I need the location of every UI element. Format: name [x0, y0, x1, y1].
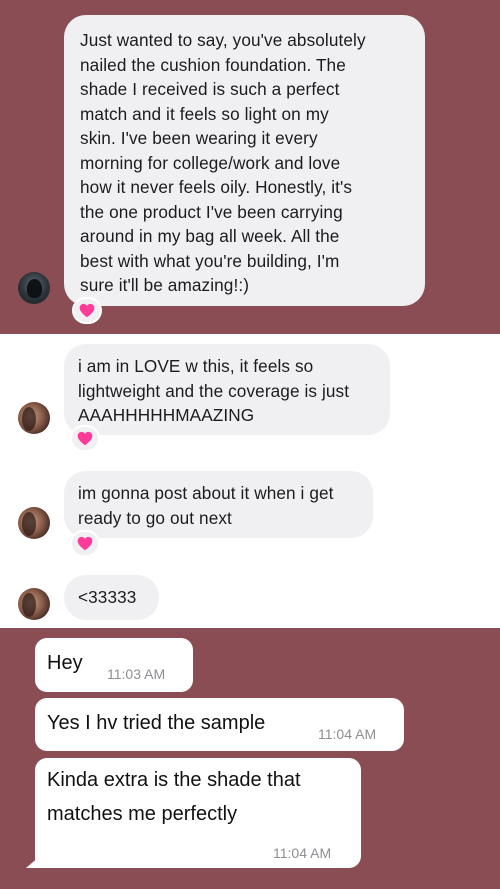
- chat-panel-middle: i am in LOVE w this, it feels so lightwe…: [0, 334, 500, 628]
- chat-panel-top: Just wanted to say, you've absolutely na…: [0, 0, 500, 334]
- message-bubble[interactable]: Just wanted to say, you've absolutely na…: [64, 15, 425, 306]
- message-text: Kinda extra is the shade that matches me…: [47, 769, 301, 825]
- outgoing-message-bubble[interactable]: Hey 11:03 AM: [35, 638, 193, 692]
- heart-icon: [77, 536, 93, 551]
- reaction-badge[interactable]: [70, 530, 100, 557]
- message-text: Yes I hv tried the sample: [47, 712, 266, 734]
- message-text: im gonna post about it when i get ready …: [78, 483, 334, 528]
- message-timestamp: 11:03 AM: [107, 666, 166, 682]
- message-text: i am in LOVE w this, it feels so lightwe…: [78, 356, 350, 425]
- message-text: <33333: [78, 587, 137, 607]
- message-bubble[interactable]: im gonna post about it when i get ready …: [64, 471, 373, 538]
- bubble-tail: [26, 856, 40, 868]
- reaction-badge[interactable]: [72, 297, 102, 324]
- profile-avatar[interactable]: [18, 402, 50, 434]
- message-timestamp: 11:04 AM: [273, 845, 332, 861]
- message-text: Just wanted to say, you've absolutely na…: [80, 30, 366, 295]
- message-timestamp: 11:04 AM: [318, 726, 377, 742]
- message-bubble[interactable]: i am in LOVE w this, it feels so lightwe…: [64, 344, 390, 435]
- outgoing-message-bubble[interactable]: Yes I hv tried the sample 11:04 AM: [35, 698, 404, 751]
- reaction-badge[interactable]: [70, 425, 100, 452]
- heart-icon: [77, 431, 93, 446]
- chat-panel-bottom: Hey 11:03 AM Yes I hv tried the sample 1…: [0, 628, 500, 889]
- profile-avatar[interactable]: [18, 272, 50, 304]
- message-text: Hey: [47, 652, 83, 674]
- outgoing-message-bubble[interactable]: Kinda extra is the shade that matches me…: [35, 758, 361, 868]
- heart-icon: [79, 303, 95, 318]
- message-bubble[interactable]: <33333: [64, 575, 159, 620]
- profile-avatar[interactable]: [18, 507, 50, 539]
- profile-avatar[interactable]: [18, 588, 50, 620]
